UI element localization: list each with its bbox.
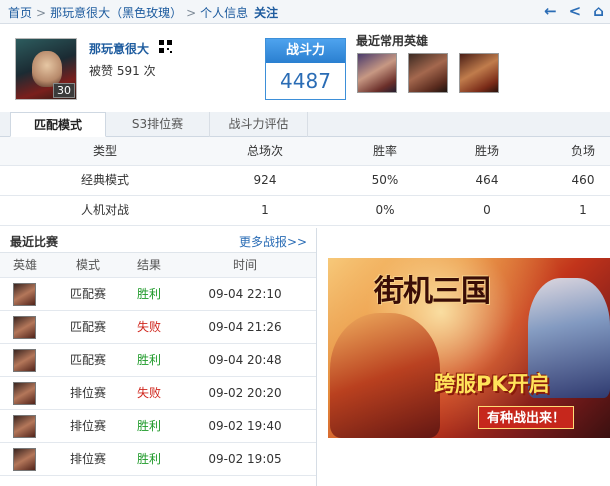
stats-header-total: 总场次	[246, 144, 283, 158]
follow-button[interactable]: 关注	[254, 6, 278, 20]
recent-header: 最近比赛 更多战报>>	[0, 228, 316, 253]
breadcrumb: 首页 > 那玩意很大（黑色玫瑰） > 个人信息 关注	[8, 4, 278, 21]
recent-title: 最近比赛	[10, 235, 59, 249]
match-mode: 匹配赛	[69, 320, 106, 334]
match-result: 胜利	[136, 419, 161, 433]
breadcrumb-page: 个人信息	[200, 6, 249, 20]
player-name[interactable]: 那玩意很大	[89, 40, 149, 57]
avatar-face	[32, 51, 62, 87]
col-time: 时间	[232, 258, 257, 272]
ad-warrior-art	[330, 313, 440, 438]
stats-header-winrate: 胜率	[372, 144, 397, 158]
mode-tabs: 匹配模式 S3排位赛 战斗力评估	[0, 112, 610, 137]
match-time: 09-04 22:10	[208, 287, 282, 301]
recent-matches: 最近比赛 更多战报>> 英雄 模式 结果 时间 匹配赛 胜利 09-04 22:…	[0, 228, 317, 486]
recent-columns: 英雄 模式 结果 时间	[0, 253, 316, 278]
stats-cell: 924	[253, 173, 277, 187]
avatar[interactable]: 30	[15, 38, 77, 100]
ad-game-title: 街机三国	[374, 274, 491, 309]
profile-header: 30 那玩意很大 被赞 591 次 战斗力 4487 最近常用英雄	[0, 24, 610, 112]
stats-cell: 50%	[371, 173, 399, 187]
hero-avatar	[13, 382, 36, 405]
hero-avatar	[13, 415, 36, 438]
stats-row: 经典模式 924 50% 464 460	[0, 166, 610, 196]
back-arrow-icon[interactable]: ←	[544, 3, 557, 20]
tab-s3-ranked[interactable]: S3排位赛	[106, 112, 210, 137]
ad-slogan: 跨服PK开启	[434, 372, 550, 396]
match-row[interactable]: 排位赛 胜利 09-02 19:05	[0, 443, 316, 476]
stats-cell: 0	[483, 203, 491, 217]
stats-cell: 1	[261, 203, 269, 217]
tab-match[interactable]: 匹配模式	[10, 112, 106, 137]
hero-avatar	[13, 349, 36, 372]
col-mode: 模式	[75, 258, 100, 272]
match-row[interactable]: 匹配赛 胜利 09-04 22:10	[0, 278, 316, 311]
breadcrumb-separator: >	[186, 6, 197, 20]
ad-cta-button[interactable]: 有种战出来！	[478, 406, 575, 429]
power-box: 战斗力 4487	[265, 38, 346, 100]
match-row[interactable]: 排位赛 失败 09-02 20:20	[0, 377, 316, 410]
power-label: 战斗力	[266, 39, 345, 63]
more-reports-link[interactable]: 更多战报>>	[239, 233, 307, 250]
stats-header-type: 类型	[92, 144, 117, 158]
likes-info: 被赞 591 次	[89, 62, 156, 79]
tab-power-eval[interactable]: 战斗力评估	[210, 112, 308, 137]
stats-cell: 人机对战	[80, 203, 129, 217]
fav-heroes-title: 最近常用英雄	[356, 34, 429, 48]
match-mode: 匹配赛	[69, 353, 106, 367]
match-result: 失败	[136, 386, 161, 400]
hero-avatar	[13, 448, 36, 471]
match-mode: 匹配赛	[69, 287, 106, 301]
match-mode: 排位赛	[69, 452, 106, 466]
stats-cell: 0%	[375, 203, 395, 217]
match-result: 胜利	[136, 353, 161, 367]
breadcrumb-player[interactable]: 那玩意很大（黑色玫瑰）	[50, 6, 182, 20]
match-result: 胜利	[136, 287, 161, 301]
match-time: 09-02 19:40	[208, 419, 282, 433]
breadcrumb-separator: >	[36, 6, 47, 20]
home-icon[interactable]: ⌂	[593, 3, 604, 20]
stats-cell: 经典模式	[80, 173, 129, 187]
match-mode: 排位赛	[69, 386, 106, 400]
toolbar-icons: ← < ⌂	[544, 3, 604, 20]
match-row[interactable]: 排位赛 胜利 09-02 19:40	[0, 410, 316, 443]
likes-label: 被赞	[89, 64, 114, 78]
match-time: 09-02 20:20	[208, 386, 282, 400]
power-value: 4487	[280, 69, 331, 93]
match-time: 09-04 20:48	[208, 353, 282, 367]
likes-unit: 次	[143, 64, 156, 78]
col-result: 结果	[136, 258, 161, 272]
share-icon[interactable]: <	[569, 3, 582, 20]
match-result: 失败	[136, 320, 161, 334]
level-badge: 30	[53, 83, 75, 98]
fav-hero-2[interactable]	[408, 53, 448, 93]
stats-cell: 1	[579, 203, 587, 217]
likes-count: 591	[116, 64, 140, 78]
top-bar: 首页 > 那玩意很大（黑色玫瑰） > 个人信息 关注 ← < ⌂	[0, 0, 610, 24]
match-result: 胜利	[136, 452, 161, 466]
stats-cell: 460	[571, 173, 595, 187]
match-row[interactable]: 匹配赛 失败 09-04 21:26	[0, 311, 316, 344]
match-time: 09-02 19:05	[208, 452, 282, 466]
stats-table: 类型 总场次 胜率 胜场 负场 经典模式 924 50% 464 460 人机对…	[0, 137, 610, 226]
hero-avatar	[13, 283, 36, 306]
stats-header-wins: 胜场	[474, 144, 499, 158]
match-time: 09-04 21:26	[208, 320, 282, 334]
match-row[interactable]: 匹配赛 胜利 09-04 20:48	[0, 344, 316, 377]
stats-row: 人机对战 1 0% 0 1	[0, 196, 610, 226]
stats-header-losses: 负场	[570, 144, 595, 158]
game-ad-banner[interactable]: 街机三国 跨服PK开启 有种战出来！	[328, 258, 610, 438]
fav-hero-3[interactable]	[459, 53, 499, 93]
match-mode: 排位赛	[69, 419, 106, 433]
hero-avatar	[13, 316, 36, 339]
stats-cell: 464	[475, 173, 499, 187]
stats-header-row: 类型 总场次 胜率 胜场 负场	[0, 137, 610, 166]
breadcrumb-home[interactable]: 首页	[8, 6, 32, 20]
qr-code-icon[interactable]	[159, 40, 172, 53]
fav-hero-1[interactable]	[357, 53, 397, 93]
col-hero: 英雄	[12, 258, 37, 272]
